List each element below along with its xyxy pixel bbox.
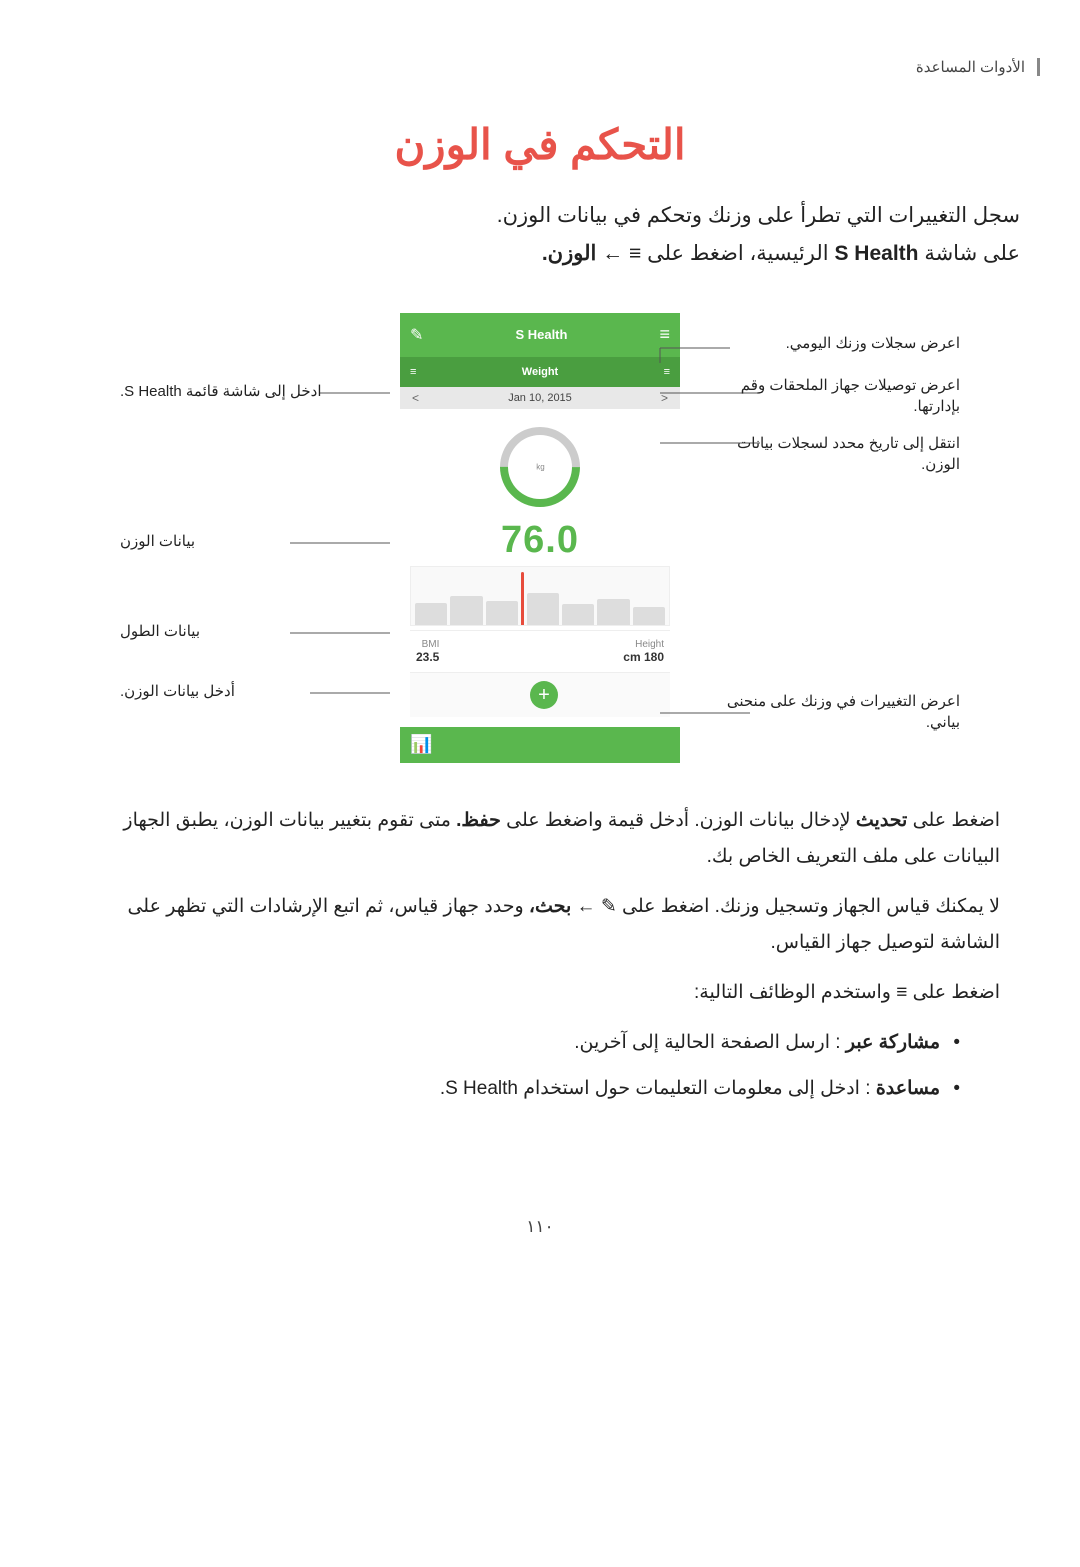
intro-line1: سجل التغييرات التي تطرأ على وزنك وتحكم ف… — [60, 197, 1020, 235]
p2-arrow: ← — [571, 896, 595, 917]
ann-acc-2: بإدارتها. — [913, 398, 960, 415]
bullet-share-bold: مشاركة عبر — [846, 1032, 940, 1053]
p2-icon: ✎ — [601, 896, 617, 917]
ann-date-1: انتقل إلى تاريخ محدد لسجلات بيانات — [737, 435, 960, 452]
ann-chart-bottom: اعرض التغييرات في وزنك على منحنى بياني. — [727, 691, 960, 733]
page-title: التحكم في الوزن — [60, 120, 1020, 169]
ann-accessories: اعرض توصيلات جهاز الملحقات وقم بإدارتها. — [741, 375, 960, 417]
ann-daily-records: اعرض سجلات وزنك اليومي. — [786, 333, 960, 354]
p3-icon: ≡ — [896, 982, 907, 1003]
page-number: ١١٠ — [0, 1217, 1080, 1267]
menu-icon-inline: ≡ — [629, 242, 641, 265]
intro-on: على شاشة — [918, 242, 1020, 265]
intro-text: سجل التغييرات التي تطرأ على وزنك وتحكم ف… — [60, 197, 1020, 273]
p1-mid1: لإدخال بيانات الوزن. أدخل قيمة واضغط على — [501, 810, 851, 831]
body-text-section: اضغط على تحديث لإدخال بيانات الوزن. أدخل… — [60, 803, 1020, 1108]
ann-add-weight: أدخل بيانات الوزن. — [120, 681, 235, 704]
intro-app: S Health — [834, 242, 918, 265]
p3-pre: اضغط على — [907, 982, 1000, 1003]
bullet-list: مشاركة عبر : ارسل الصفحة الحالية إلى آخر… — [80, 1025, 1000, 1107]
p1-bold1: تحديث — [856, 810, 907, 831]
header-label: الأدوات المساعدة — [916, 58, 1040, 76]
ann-date-nav: انتقل إلى تاريخ محدد لسجلات بيانات الوزن… — [737, 433, 960, 475]
ann-sh-text: ادخل إلى شاشة قائمة S Health. — [120, 383, 322, 400]
body-para-1: اضغط على تحديث لإدخال بيانات الوزن. أدخل… — [80, 803, 1000, 875]
intro-line2: على شاشة S Health الرئيسية، اضغط على ≡ ←… — [60, 235, 1020, 273]
bullet-help-text: : ادخل إلى معلومات التعليمات حول استخدام… — [440, 1078, 871, 1099]
p1-pre: اضغط على — [907, 810, 1000, 831]
bullet-share-text: : ارسل الصفحة الحالية إلى آخرين. — [574, 1032, 840, 1053]
diagram-section: ≡ S Health ✎ ≡ Weight ≡ < Jan 10, 2015 > — [110, 293, 970, 773]
bullet-share: مشاركة عبر : ارسل الصفحة الحالية إلى آخر… — [80, 1025, 940, 1061]
body-para-2: لا يمكنك قياس الجهاز وتسجيل وزنك. اضغط ع… — [80, 889, 1000, 961]
p3-after: واستخدم الوظائف التالية: — [694, 982, 891, 1003]
bullet-help-bold: مساعدة — [876, 1078, 940, 1099]
intro-middle: الرئيسية، اضغط على — [641, 242, 828, 265]
intro-arrow: ← — [596, 242, 623, 265]
ann-date-2: الوزن. — [921, 456, 960, 473]
ann-weight-data: بيانات الوزن — [120, 531, 195, 554]
body-para-3: اضغط على ≡ واستخدم الوظائف التالية: — [80, 975, 1000, 1011]
p1-bold2: حفظ. — [456, 810, 501, 831]
p2-bold: بحث، — [529, 896, 571, 917]
ann-shealth-link: ادخل إلى شاشة قائمة S Health. — [120, 381, 322, 404]
ann-acc-1: اعرض توصيلات جهاز الملحقات وقم — [741, 377, 960, 394]
ann-chart-1: اعرض التغييرات في وزنك على منحنى — [727, 693, 960, 710]
bullet-help: مساعدة : ادخل إلى معلومات التعليمات حول … — [80, 1071, 940, 1107]
p2-pre: لا يمكنك قياس الجهاز وتسجيل وزنك. اضغط ع… — [617, 896, 1000, 917]
ann-height-data: بيانات الطول — [120, 621, 200, 644]
ann-chart-2: بياني. — [926, 714, 960, 731]
intro-weight: الوزن. — [542, 242, 596, 265]
